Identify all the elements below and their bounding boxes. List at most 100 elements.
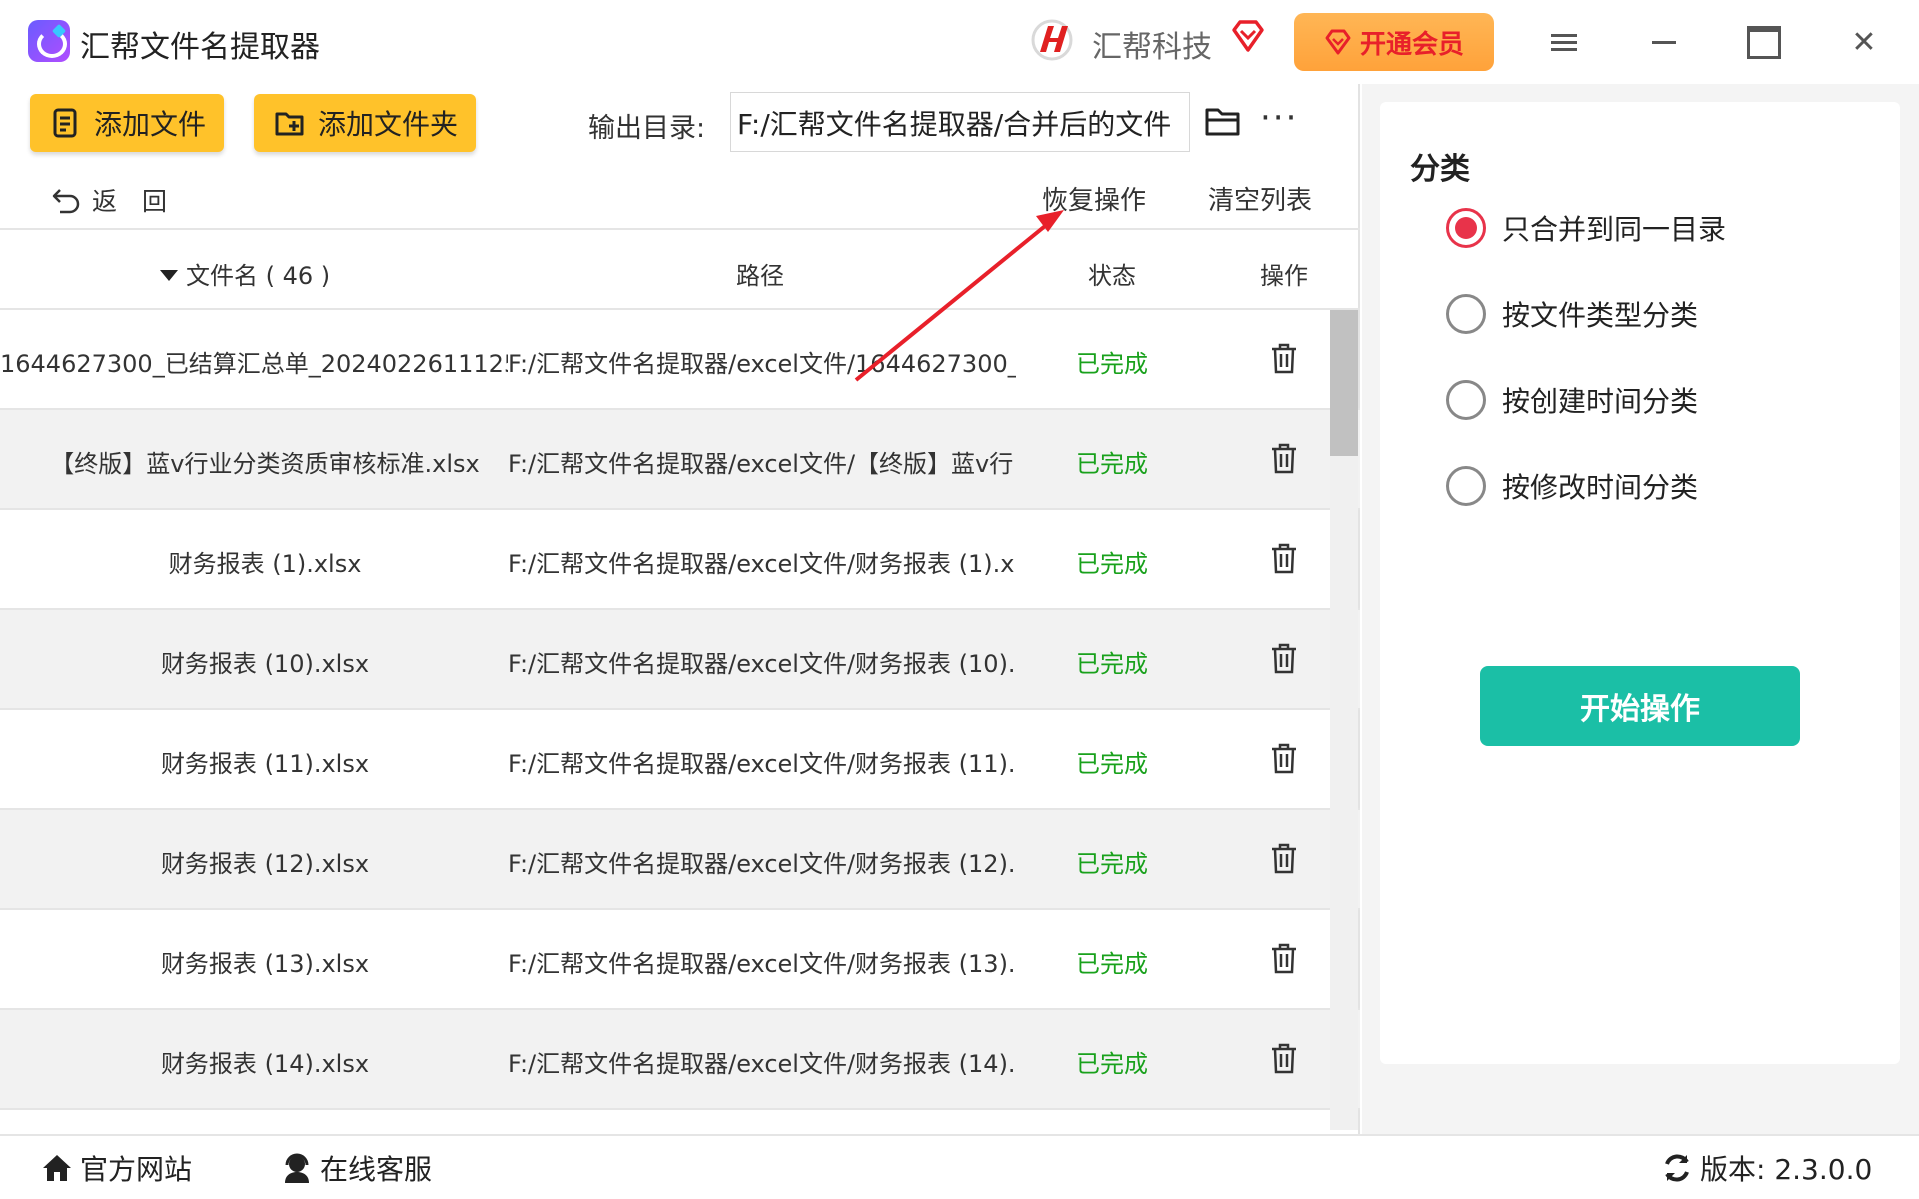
radio-label: 按修改时间分类 <box>1502 471 1699 504</box>
app-logo-icon <box>28 20 70 62</box>
classify-title: 分类 <box>1410 152 1470 187</box>
add-file-icon <box>53 108 77 138</box>
more-icon[interactable]: ··· <box>1260 101 1298 135</box>
cell-status: 已完成 <box>1076 550 1148 578</box>
scrollbar[interactable] <box>1330 310 1358 1130</box>
cell-path: F:/汇帮文件名提取器/excel文件/【终版】蓝v行 <box>508 450 1014 478</box>
cell-path: F:/汇帮文件名提取器/excel文件/财务报表 (11).x <box>508 750 1016 778</box>
cell-status: 已完成 <box>1076 650 1148 678</box>
version-info[interactable]: 版本: 2.3.0.0 <box>1660 1148 1872 1188</box>
trash-icon[interactable] <box>1270 842 1298 874</box>
table-row[interactable]: 财务报表 (12).xlsx F:/汇帮文件名提取器/excel文件/财务报表 … <box>0 810 1360 910</box>
brand-logo-icon <box>1031 19 1073 61</box>
radio-label: 按创建时间分类 <box>1502 385 1699 418</box>
cell-path: F:/汇帮文件名提取器/excel文件/财务报表 (10).x <box>508 650 1016 678</box>
radio-dot <box>1446 208 1486 248</box>
settings-panel: 分类 只合并到同一目录 按文件类型分类 按创建时间分类 按修改时间分类 开始操作 <box>1362 84 1919 1134</box>
vip-button[interactable]: 开通会员 <box>1294 13 1494 71</box>
cell-filename: 1644627300_已结算汇总单_20240226111259.c <box>0 350 508 378</box>
table-row[interactable]: 财务报表 (1).xlsx F:/汇帮文件名提取器/excel文件/财务报表 (… <box>0 510 1360 610</box>
radio-by-type[interactable]: 按文件类型分类 <box>1446 294 1698 334</box>
radio-same-dir[interactable]: 只合并到同一目录 <box>1446 208 1726 248</box>
title-bar: 汇帮文件名提取器 汇帮科技 开通会员 ✕ <box>0 0 1919 84</box>
header-status: 状态 <box>1088 262 1136 290</box>
radio-label: 只合并到同一目录 <box>1502 213 1727 246</box>
version-label: 版本: 2.3.0.0 <box>1700 1153 1873 1186</box>
scrollbar-thumb[interactable] <box>1330 310 1358 456</box>
trash-icon[interactable] <box>1270 342 1298 374</box>
cell-filename: 财务报表 (1).xlsx <box>168 550 362 578</box>
back-label: 返 回 <box>92 187 168 216</box>
menu-icon[interactable] <box>1544 22 1584 62</box>
trash-icon[interactable] <box>1270 442 1298 474</box>
trash-icon[interactable] <box>1270 542 1298 574</box>
table-body: 1644627300_已结算汇总单_20240226111259.c F:/汇帮… <box>0 310 1360 1150</box>
online-service-label: 在线客服 <box>320 1153 433 1186</box>
cell-status: 已完成 <box>1076 850 1148 878</box>
table-header: 文件名 ( 46 ) 路径 状态 操作 <box>0 228 1360 310</box>
output-dir-label: 输出目录: <box>588 113 706 144</box>
cell-path: F:/汇帮文件名提取器/excel文件/1644627300_已 <box>508 350 1016 378</box>
cell-filename: 财务报表 (10).xlsx <box>160 650 370 678</box>
open-folder-icon[interactable] <box>1204 104 1244 140</box>
file-list-panel: 添加文件 添加文件夹 输出目录: F:/汇帮文件名提取器/合并后的文件 ··· … <box>0 84 1360 1134</box>
radio-dot <box>1446 466 1486 506</box>
cell-status: 已完成 <box>1076 450 1148 478</box>
table-row[interactable]: 财务报表 (11).xlsx F:/汇帮文件名提取器/excel文件/财务报表 … <box>0 710 1360 810</box>
table-row[interactable]: 财务报表 (14).xlsx F:/汇帮文件名提取器/excel文件/财务报表 … <box>0 1010 1360 1110</box>
back-arrow-icon <box>52 189 80 214</box>
restore-button[interactable]: 恢复操作 <box>1042 180 1146 217</box>
clear-list-button[interactable]: 清空列表 <box>1208 180 1312 217</box>
diamond-icon <box>1232 20 1264 52</box>
cell-path: F:/汇帮文件名提取器/excel文件/财务报表 (14).x <box>508 1050 1016 1078</box>
table-row[interactable]: 【终版】蓝v行业分类资质审核标准.xlsx F:/汇帮文件名提取器/excel文… <box>0 410 1360 510</box>
cell-path: F:/汇帮文件名提取器/excel文件/财务报表 (13).x <box>508 950 1016 978</box>
footer: 官方网站 在线客服 版本: 2.3.0.0 <box>0 1134 1919 1199</box>
table-row[interactable]: 财务报表 (13).xlsx F:/汇帮文件名提取器/excel文件/财务报表 … <box>0 910 1360 1010</box>
trash-icon[interactable] <box>1270 642 1298 674</box>
file-table: 文件名 ( 46 ) 路径 状态 操作 1644627300_已结算汇总单_20… <box>0 228 1360 1150</box>
sort-down-icon <box>160 270 178 281</box>
cell-path: F:/汇帮文件名提取器/excel文件/财务报表 (12).x <box>508 850 1016 878</box>
header-operation: 操作 <box>1260 262 1308 290</box>
table-row[interactable]: 1644627300_已结算汇总单_20240226111259.c F:/汇帮… <box>0 310 1360 410</box>
classify-card: 分类 只合并到同一目录 按文件类型分类 按创建时间分类 按修改时间分类 开始操作 <box>1380 102 1900 1064</box>
refresh-icon <box>1665 1154 1689 1182</box>
vip-label: 开通会员 <box>1359 29 1464 60</box>
official-site-label: 官方网站 <box>80 1153 193 1186</box>
radio-by-modified[interactable]: 按修改时间分类 <box>1446 466 1698 506</box>
add-file-button[interactable]: 添加文件 <box>30 94 224 152</box>
trash-icon[interactable] <box>1270 742 1298 774</box>
official-site-link[interactable]: 官方网站 <box>40 1148 192 1188</box>
cell-filename: 财务报表 (14).xlsx <box>160 1050 370 1078</box>
cell-filename: 财务报表 (11).xlsx <box>160 750 370 778</box>
header-path: 路径 <box>736 262 784 290</box>
headset-icon <box>285 1153 309 1183</box>
cell-filename: 财务报表 (13).xlsx <box>160 950 370 978</box>
app-title: 汇帮文件名提取器 <box>80 30 320 65</box>
start-button[interactable]: 开始操作 <box>1480 666 1800 746</box>
cell-filename: 财务报表 (12).xlsx <box>160 850 370 878</box>
add-file-label: 添加文件 <box>94 108 207 141</box>
trash-icon[interactable] <box>1270 942 1298 974</box>
add-folder-label: 添加文件夹 <box>318 108 459 141</box>
add-folder-icon <box>275 112 304 136</box>
close-icon[interactable]: ✕ <box>1844 22 1884 62</box>
trash-icon[interactable] <box>1270 1042 1298 1074</box>
back-button[interactable]: 返 回 <box>50 182 167 218</box>
minimize-icon[interactable] <box>1644 22 1684 62</box>
radio-by-created[interactable]: 按创建时间分类 <box>1446 380 1698 420</box>
add-folder-button[interactable]: 添加文件夹 <box>254 94 476 152</box>
cell-status: 已完成 <box>1076 1050 1148 1078</box>
radio-dot <box>1446 380 1486 420</box>
maximize-icon[interactable] <box>1744 22 1784 62</box>
cell-status: 已完成 <box>1076 350 1148 378</box>
header-filename[interactable]: 文件名 ( 46 ) <box>160 256 330 291</box>
cell-filename: 【终版】蓝v行业分类资质审核标准.xlsx <box>50 450 480 478</box>
cell-path: F:/汇帮文件名提取器/excel文件/财务报表 (1).xls <box>508 550 1016 578</box>
diamond-icon <box>1325 29 1351 55</box>
table-row[interactable]: 财务报表 (10).xlsx F:/汇帮文件名提取器/excel文件/财务报表 … <box>0 610 1360 710</box>
output-dir-input[interactable]: F:/汇帮文件名提取器/合并后的文件 <box>730 92 1190 152</box>
online-service-link[interactable]: 在线客服 <box>280 1148 432 1188</box>
radio-dot <box>1446 294 1486 334</box>
